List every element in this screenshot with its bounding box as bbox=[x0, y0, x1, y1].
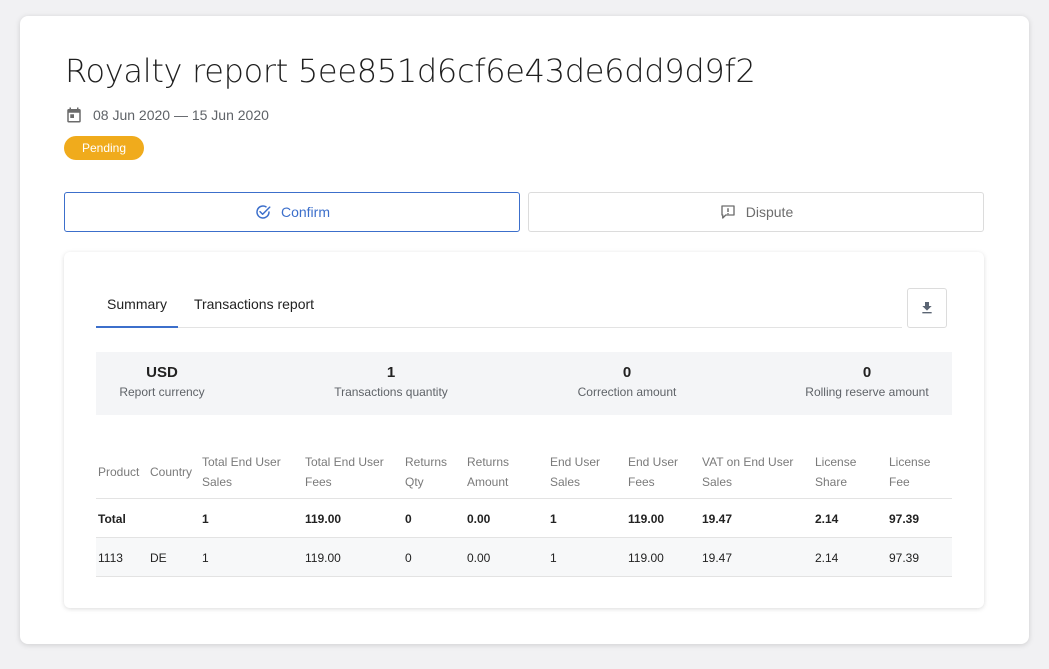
tab-bar: Summary Transactions report bbox=[96, 288, 902, 328]
column-header: Product bbox=[98, 465, 140, 479]
download-icon bbox=[922, 302, 932, 314]
table-cell: 97.39 bbox=[889, 512, 920, 526]
stat-rolling-reserve-amount: 0 Rolling reserve amount bbox=[792, 364, 942, 399]
stat-report-currency: USD Report currency bbox=[96, 364, 228, 399]
tab-transactions-report[interactable]: Transactions report bbox=[189, 296, 319, 328]
table-cell: 1 bbox=[550, 551, 557, 565]
page-title: Royalty report 5ee851d6cf6e43de6dd9d9f2 bbox=[65, 52, 756, 90]
table-cell: 97.39 bbox=[889, 551, 920, 565]
table-cell: 119.00 bbox=[628, 551, 664, 565]
table-cell: 119.00 bbox=[305, 512, 342, 526]
report-card: Royalty report 5ee851d6cf6e43de6dd9d9f2 … bbox=[20, 16, 1029, 644]
stat-value: 1 bbox=[386, 364, 396, 381]
status-badge: Pending bbox=[64, 136, 144, 160]
dispute-label: Dispute bbox=[745, 204, 794, 220]
calendar-icon bbox=[67, 107, 81, 123]
summary-stats: USD Report currency 1 Transactions quant… bbox=[96, 352, 952, 415]
column-header: End User Fees bbox=[628, 455, 679, 489]
dispute-button[interactable]: Dispute bbox=[528, 192, 984, 232]
stat-transactions-quantity: 1 Transactions quantity bbox=[316, 364, 466, 399]
column-header: Total End User Sales bbox=[202, 455, 281, 489]
table-cell: 0 bbox=[405, 512, 412, 526]
table-cell: 2.14 bbox=[815, 551, 839, 565]
table-cell: 119.00 bbox=[305, 551, 341, 565]
stat-label: Report currency bbox=[119, 385, 205, 399]
stat-label: Correction amount bbox=[577, 385, 677, 399]
column-header: End User Sales bbox=[550, 455, 601, 489]
table-cell: 1 bbox=[550, 512, 557, 526]
column-header: Returns Amount bbox=[467, 455, 510, 489]
stat-correction-amount: 0 Correction amount bbox=[552, 364, 702, 399]
table-cell: 1 bbox=[202, 551, 209, 565]
table-cell: 19.47 bbox=[702, 512, 733, 526]
stat-value: 0 bbox=[862, 364, 872, 381]
column-header: License Fee bbox=[889, 455, 931, 489]
table-header-row: Product Country Total End User Sales Tot… bbox=[96, 438, 952, 499]
table-row-total: Total 1 119.00 0 0.00 1 119.00 19.47 2.1… bbox=[96, 499, 952, 538]
table-cell: Total bbox=[98, 512, 126, 526]
table-cell: 2.14 bbox=[815, 512, 839, 526]
stat-value: USD bbox=[146, 364, 178, 381]
column-header: VAT on End User Sales bbox=[702, 455, 794, 489]
royalty-table: Product Country Total End User Sales Tot… bbox=[96, 438, 952, 577]
date-range-text: 08 Jun 2020 — 15 Jun 2020 bbox=[93, 107, 269, 123]
date-range: 08 Jun 2020 — 15 Jun 2020 bbox=[65, 106, 269, 124]
confirm-label: Confirm bbox=[280, 204, 330, 220]
tab-summary[interactable]: Summary bbox=[96, 296, 178, 328]
confirm-button[interactable]: Confirm bbox=[64, 192, 520, 232]
stat-label: Transactions quantity bbox=[334, 385, 448, 399]
stat-value: 0 bbox=[622, 364, 632, 381]
table-cell: 119.00 bbox=[628, 512, 665, 526]
table-cell: 0 bbox=[405, 551, 412, 565]
table-cell: 0.00 bbox=[467, 512, 491, 526]
download-button[interactable] bbox=[907, 288, 947, 328]
feedback-icon bbox=[721, 205, 735, 219]
table-cell: 0.00 bbox=[467, 551, 491, 565]
table-cell: 1 bbox=[202, 512, 209, 526]
column-header: Total End User Fees bbox=[305, 455, 384, 489]
table-cell: DE bbox=[150, 551, 167, 565]
stat-label: Rolling reserve amount bbox=[805, 385, 929, 399]
table-row: 1113 DE 1 119.00 0 0.00 1 119.00 19.47 2… bbox=[96, 538, 952, 577]
column-header: Country bbox=[150, 465, 193, 479]
check-circle-icon bbox=[256, 205, 271, 219]
column-header: License Share bbox=[815, 455, 857, 489]
table-cell: 1113 bbox=[98, 551, 123, 565]
table-cell: 19.47 bbox=[702, 551, 733, 565]
column-header: Returns Qty bbox=[405, 455, 448, 489]
report-details-panel: Summary Transactions report USD Report c… bbox=[64, 252, 984, 608]
